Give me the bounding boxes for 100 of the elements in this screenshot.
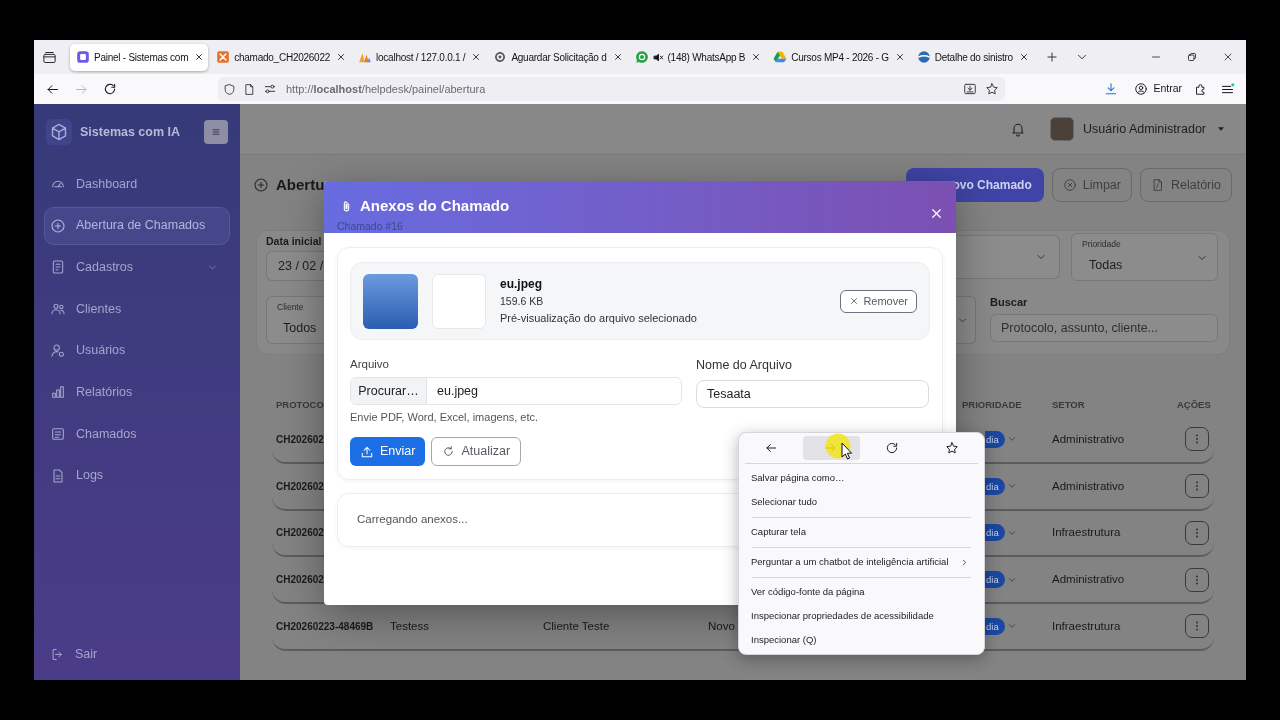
field-label: Data inicial	[266, 234, 322, 248]
close-icon[interactable]	[612, 52, 623, 62]
browser-tab[interactable]: Painel - Sistemas com	[70, 43, 209, 71]
refresh-icon	[442, 445, 456, 458]
menu-item[interactable]: Perguntar a um chatbot de inteligência artificial	[739, 550, 984, 574]
menu-item[interactable]: Inspecionar (Q)	[739, 628, 984, 652]
sidebar-toggle-button[interactable]	[204, 120, 228, 144]
arrow-left-icon	[764, 441, 779, 455]
sign-in-button[interactable]: Entrar	[1128, 77, 1188, 101]
table-cell-text: Testess	[390, 618, 429, 634]
sidebar-item[interactable]: Cadastros	[44, 248, 230, 287]
plus-circle-icon	[50, 217, 66, 234]
actions-button[interactable]	[1185, 427, 1209, 452]
select-field[interactable]	[956, 296, 976, 344]
cube-logo-icon	[46, 119, 72, 145]
file-name-field[interactable]: Tesaata	[696, 380, 929, 408]
sidebar-item[interactable]: Clientes	[44, 290, 230, 329]
sails-logo-icon	[358, 50, 373, 64]
table-cell-text: Administrativo	[1052, 478, 1125, 494]
user-name[interactable]: Usuário Administrador	[1083, 119, 1206, 139]
file-input[interactable]: Procurar… eu.jpeg	[350, 377, 682, 405]
select-field[interactable]	[956, 235, 1060, 279]
page-title: Abertu	[276, 174, 325, 195]
actions-button[interactable]	[1185, 614, 1209, 639]
shield-icon	[223, 82, 236, 96]
menu-item[interactable]: Ver código-fonte da página	[739, 580, 984, 604]
sidebar-item[interactable]: Abertura de Chamados	[44, 206, 230, 245]
download-box-icon[interactable]	[963, 82, 977, 96]
menu-item[interactable]: Inspecionar propriedades de acessibilidade	[739, 604, 984, 628]
sidebar-item[interactable]: Chamados	[44, 415, 230, 454]
menu-item[interactable]: Salvar página como…	[739, 466, 984, 490]
browser-tab[interactable]: chamado_CH2026022	[210, 43, 351, 71]
close-icon[interactable]	[751, 52, 762, 62]
account-icon	[1134, 82, 1149, 96]
menu-item[interactable]: Selecionar tudo	[739, 490, 984, 514]
table-cell-text: Infraestrutura	[1052, 618, 1121, 634]
chat-bubble-icon	[634, 50, 649, 64]
field-label: Nome do Arquivo	[696, 358, 792, 372]
download-icon	[1104, 82, 1119, 96]
upload-icon	[360, 444, 374, 459]
chevron-right-icon	[960, 557, 969, 567]
priority-select[interactable]: Prioridade Todas	[1071, 233, 1218, 281]
address-bar[interactable]: http://localhost/helpdesk/painel/abertura	[218, 77, 1005, 101]
menu-item[interactable]: Capturar tela	[739, 520, 984, 544]
priority-badge: dia	[985, 524, 1005, 542]
sidebar-item[interactable]: Usuários	[44, 331, 230, 370]
sidebar-item[interactable]: Dashboard	[44, 165, 230, 203]
file-name: eu.jpeg	[500, 275, 542, 293]
send-button[interactable]: Enviar	[350, 437, 426, 466]
browser-tab[interactable]: localhost / 127.0.0.1 /	[352, 43, 486, 71]
table-cell-text: Infraestrutura	[1052, 525, 1121, 541]
loading-text: Carregando anexos...	[357, 512, 468, 528]
puzzle-icon	[1194, 82, 1208, 96]
table-cell-text: CH202602	[276, 432, 324, 447]
app-logo-icon	[76, 50, 90, 64]
table-cell-text: Administrativo	[1052, 431, 1125, 447]
column-header: PROTOCO	[276, 397, 324, 412]
file-icon	[50, 467, 66, 484]
close-icon[interactable]	[471, 52, 482, 62]
date-field[interactable]: 23 / 02 /	[266, 251, 324, 281]
browser-tab[interactable]: Cursos MP4 - 2026 - G	[767, 43, 909, 71]
star-icon	[944, 441, 959, 455]
close-icon[interactable]	[1018, 52, 1029, 62]
search-field[interactable]: Protocolo, assunto, cliente...	[990, 314, 1218, 342]
column-header: SETOR	[1052, 397, 1085, 412]
browse-button[interactable]: Procurar…	[351, 378, 427, 404]
plus-icon	[1044, 50, 1059, 64]
x-circle-icon	[1062, 178, 1077, 192]
close-icon[interactable]	[336, 52, 347, 62]
priority-badge: dia	[985, 571, 1005, 589]
close-icon[interactable]	[194, 52, 205, 62]
plus-circle-icon	[253, 177, 269, 193]
modal-subtitle: Chamado #16	[337, 220, 403, 232]
table-cell-text: CH20260223-48469B	[276, 619, 374, 634]
refresh-button[interactable]: Atualizar	[431, 437, 522, 466]
browser-tab[interactable]: Aguardar Solicitação d	[487, 43, 627, 71]
client-select[interactable]: Cliente Todos	[266, 296, 324, 344]
actions-button[interactable]	[1185, 520, 1209, 545]
star-icon[interactable]	[985, 82, 999, 96]
browser-tab[interactable]: (148) WhatsApp B	[628, 43, 766, 71]
field-hint: Envie PDF, Word, Excel, imagens, etc.	[350, 411, 539, 424]
remove-button[interactable]: Remover	[840, 289, 917, 313]
table-cell-text: CH202602	[276, 526, 324, 541]
actions-button[interactable]	[1185, 567, 1209, 592]
sidebar-item[interactable]: Relatórios	[44, 373, 230, 412]
table-cell-text: Novo	[708, 618, 735, 634]
document-icon	[50, 426, 66, 443]
table-cell-text: CH202602	[276, 479, 324, 494]
disc-logo-icon	[916, 50, 931, 64]
actions-button[interactable]	[1185, 474, 1209, 499]
logout-link[interactable]: Sair	[44, 635, 230, 673]
browser-tab[interactable]: Detalhe do sinistro	[910, 43, 1033, 71]
sidebar-item[interactable]: Logs	[44, 456, 230, 495]
sliders-icon	[263, 82, 277, 96]
file-list-icon	[50, 259, 66, 276]
modal-title: Anexos do Chamado	[360, 197, 510, 215]
avatar-placeholder[interactable]	[1050, 117, 1075, 141]
close-icon[interactable]	[894, 52, 905, 62]
user-icon	[50, 342, 66, 359]
reload-icon	[884, 441, 899, 455]
